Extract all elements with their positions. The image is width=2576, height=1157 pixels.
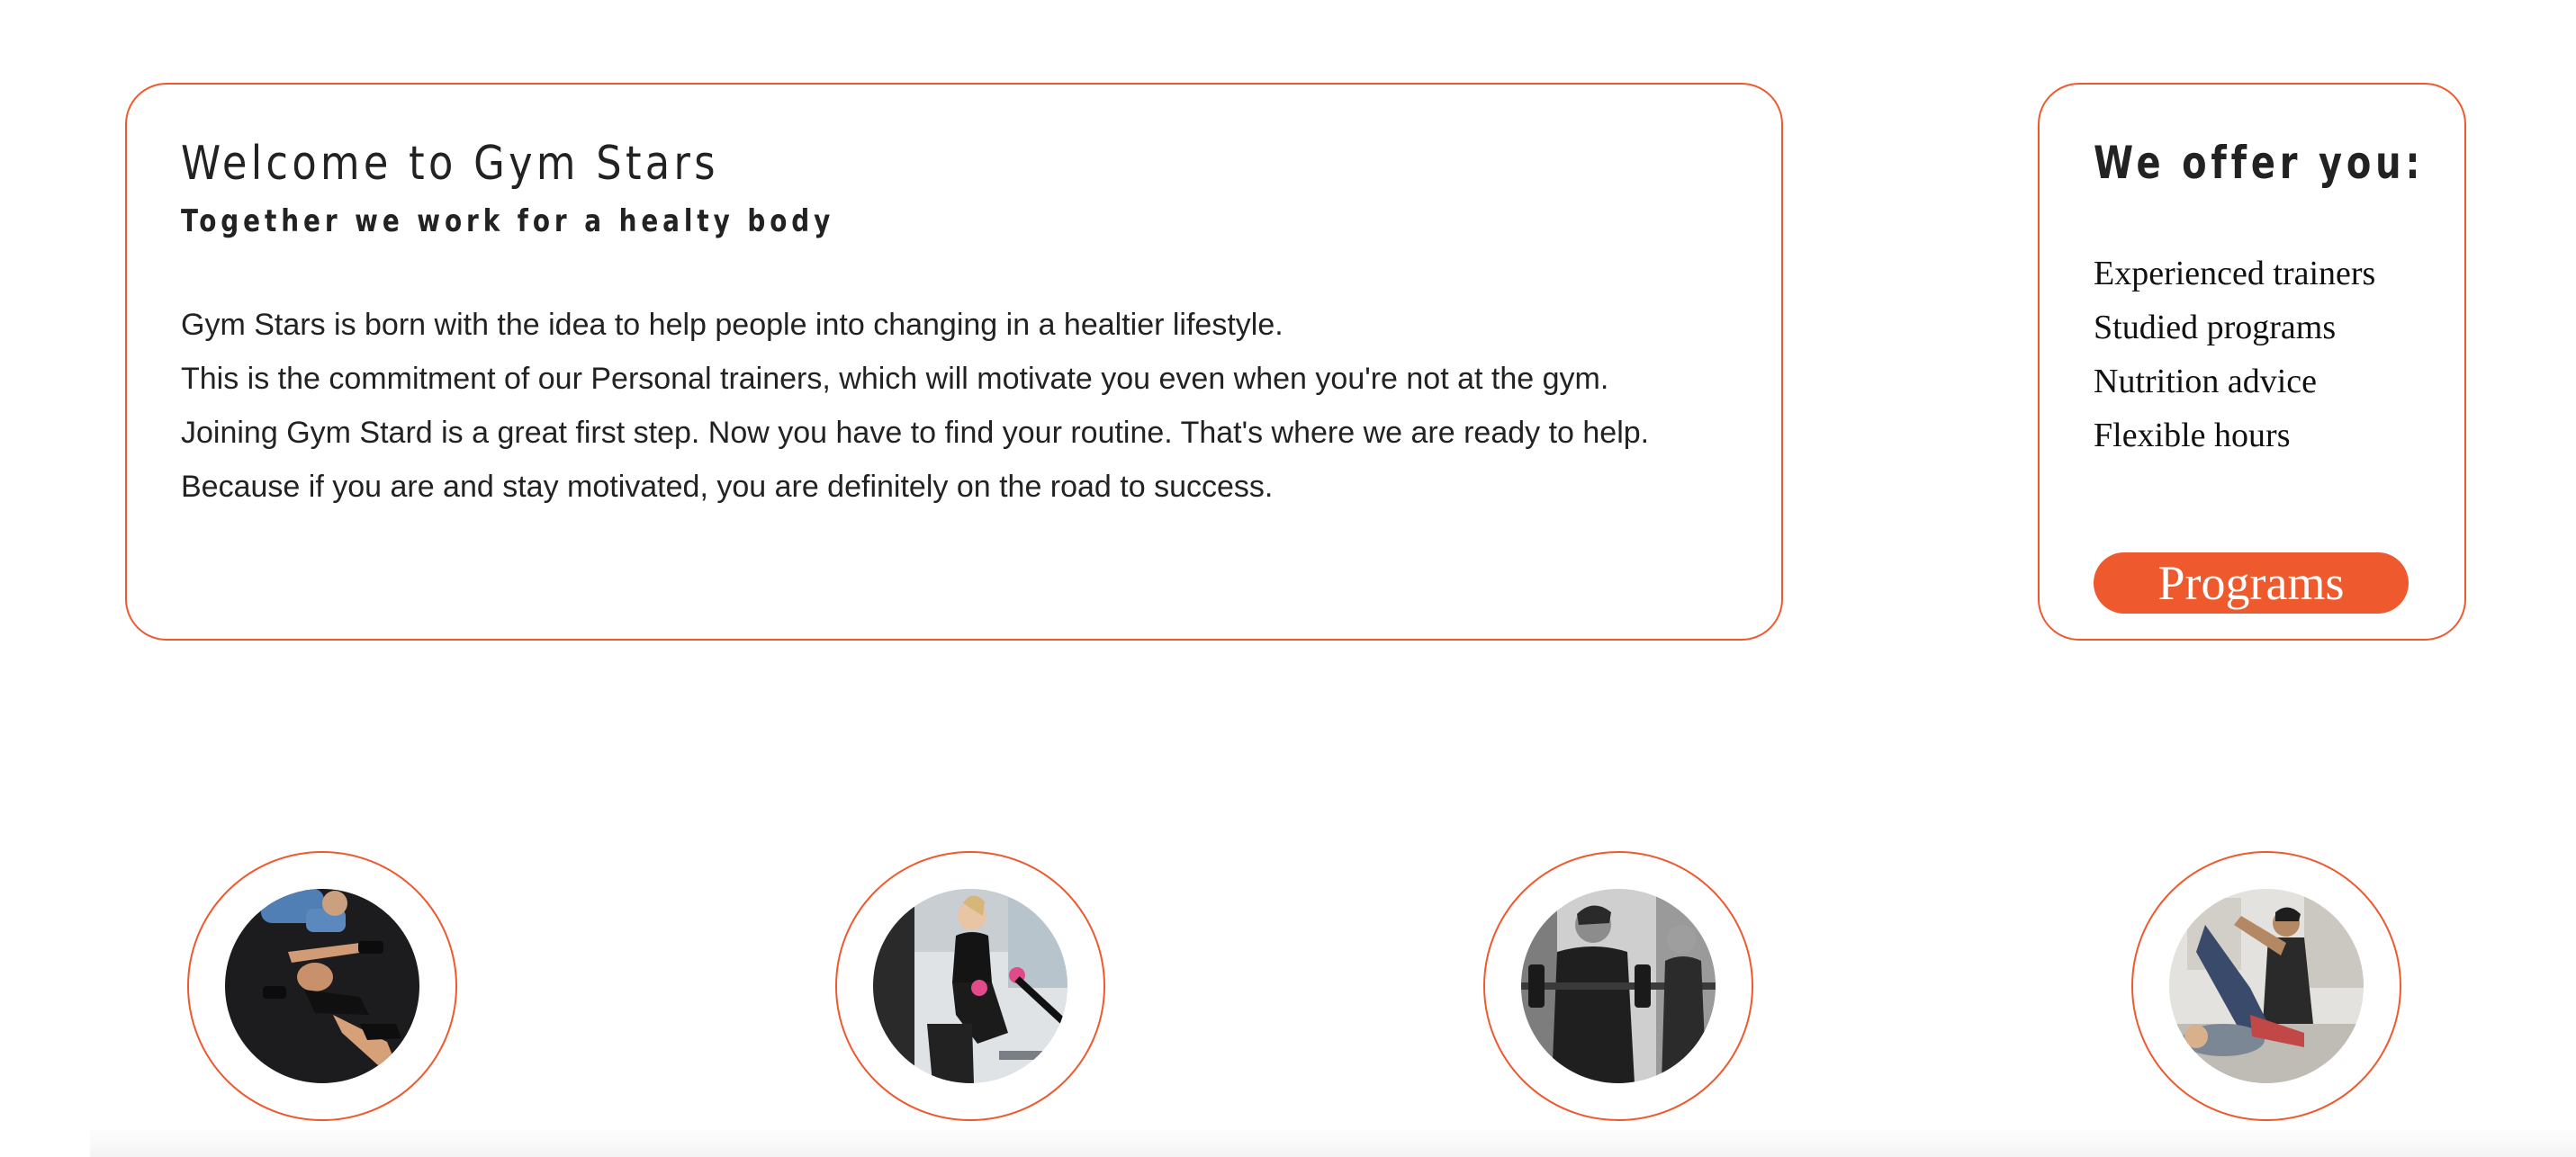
welcome-card: Welcome to Gym Stars Together we work fo…	[125, 83, 1783, 641]
assisted-floor-exercise-image	[2169, 889, 2364, 1083]
welcome-paragraph: This is the commitment of our Personal t…	[181, 362, 1609, 396]
offer-item-trainers: Experienced trainers	[2094, 255, 2376, 292]
welcome-paragraph: Joining Gym Stard is a great first step.…	[181, 416, 1650, 450]
welcome-paragraph: Because if you are and stay motivated, y…	[181, 470, 1274, 504]
footer-edge	[90, 1130, 2576, 1157]
offer-item-hours: Flexible hours	[2094, 417, 2291, 454]
welcome-subtitle: Together we work for a healty body	[181, 203, 835, 239]
photo-ring-3	[1483, 851, 1753, 1121]
welcome-title: Welcome to Gym Stars	[181, 137, 719, 191]
photo-ring-1	[187, 851, 457, 1121]
woman-rowing-machine-image	[873, 889, 1067, 1083]
offer-card: We offer you: Experienced trainers Studi…	[2038, 83, 2466, 641]
trainer-spotting-dumbbell-image	[225, 889, 419, 1083]
welcome-description: Gym Stars is born with the idea to help …	[181, 298, 1649, 514]
man-barbell-curl-image	[1521, 889, 1716, 1083]
man-barbell-curl-photo	[1521, 889, 1716, 1083]
welcome-paragraph: Gym Stars is born with the idea to help …	[181, 308, 1283, 342]
photo-ring-4	[2131, 851, 2401, 1121]
photo-ring-2	[835, 851, 1105, 1121]
programs-button[interactable]: Programs	[2094, 552, 2409, 614]
offer-list: Experienced trainers Studied programs Nu…	[2094, 247, 2375, 462]
offer-title: We offer you:	[2094, 137, 2425, 189]
assisted-floor-exercise-photo	[2169, 889, 2364, 1083]
offer-item-nutrition: Nutrition advice	[2094, 363, 2317, 400]
trainer-spotting-dumbbell-photo	[225, 889, 419, 1083]
woman-rowing-machine-photo	[873, 889, 1067, 1083]
offer-item-programs: Studied programs	[2094, 309, 2337, 346]
